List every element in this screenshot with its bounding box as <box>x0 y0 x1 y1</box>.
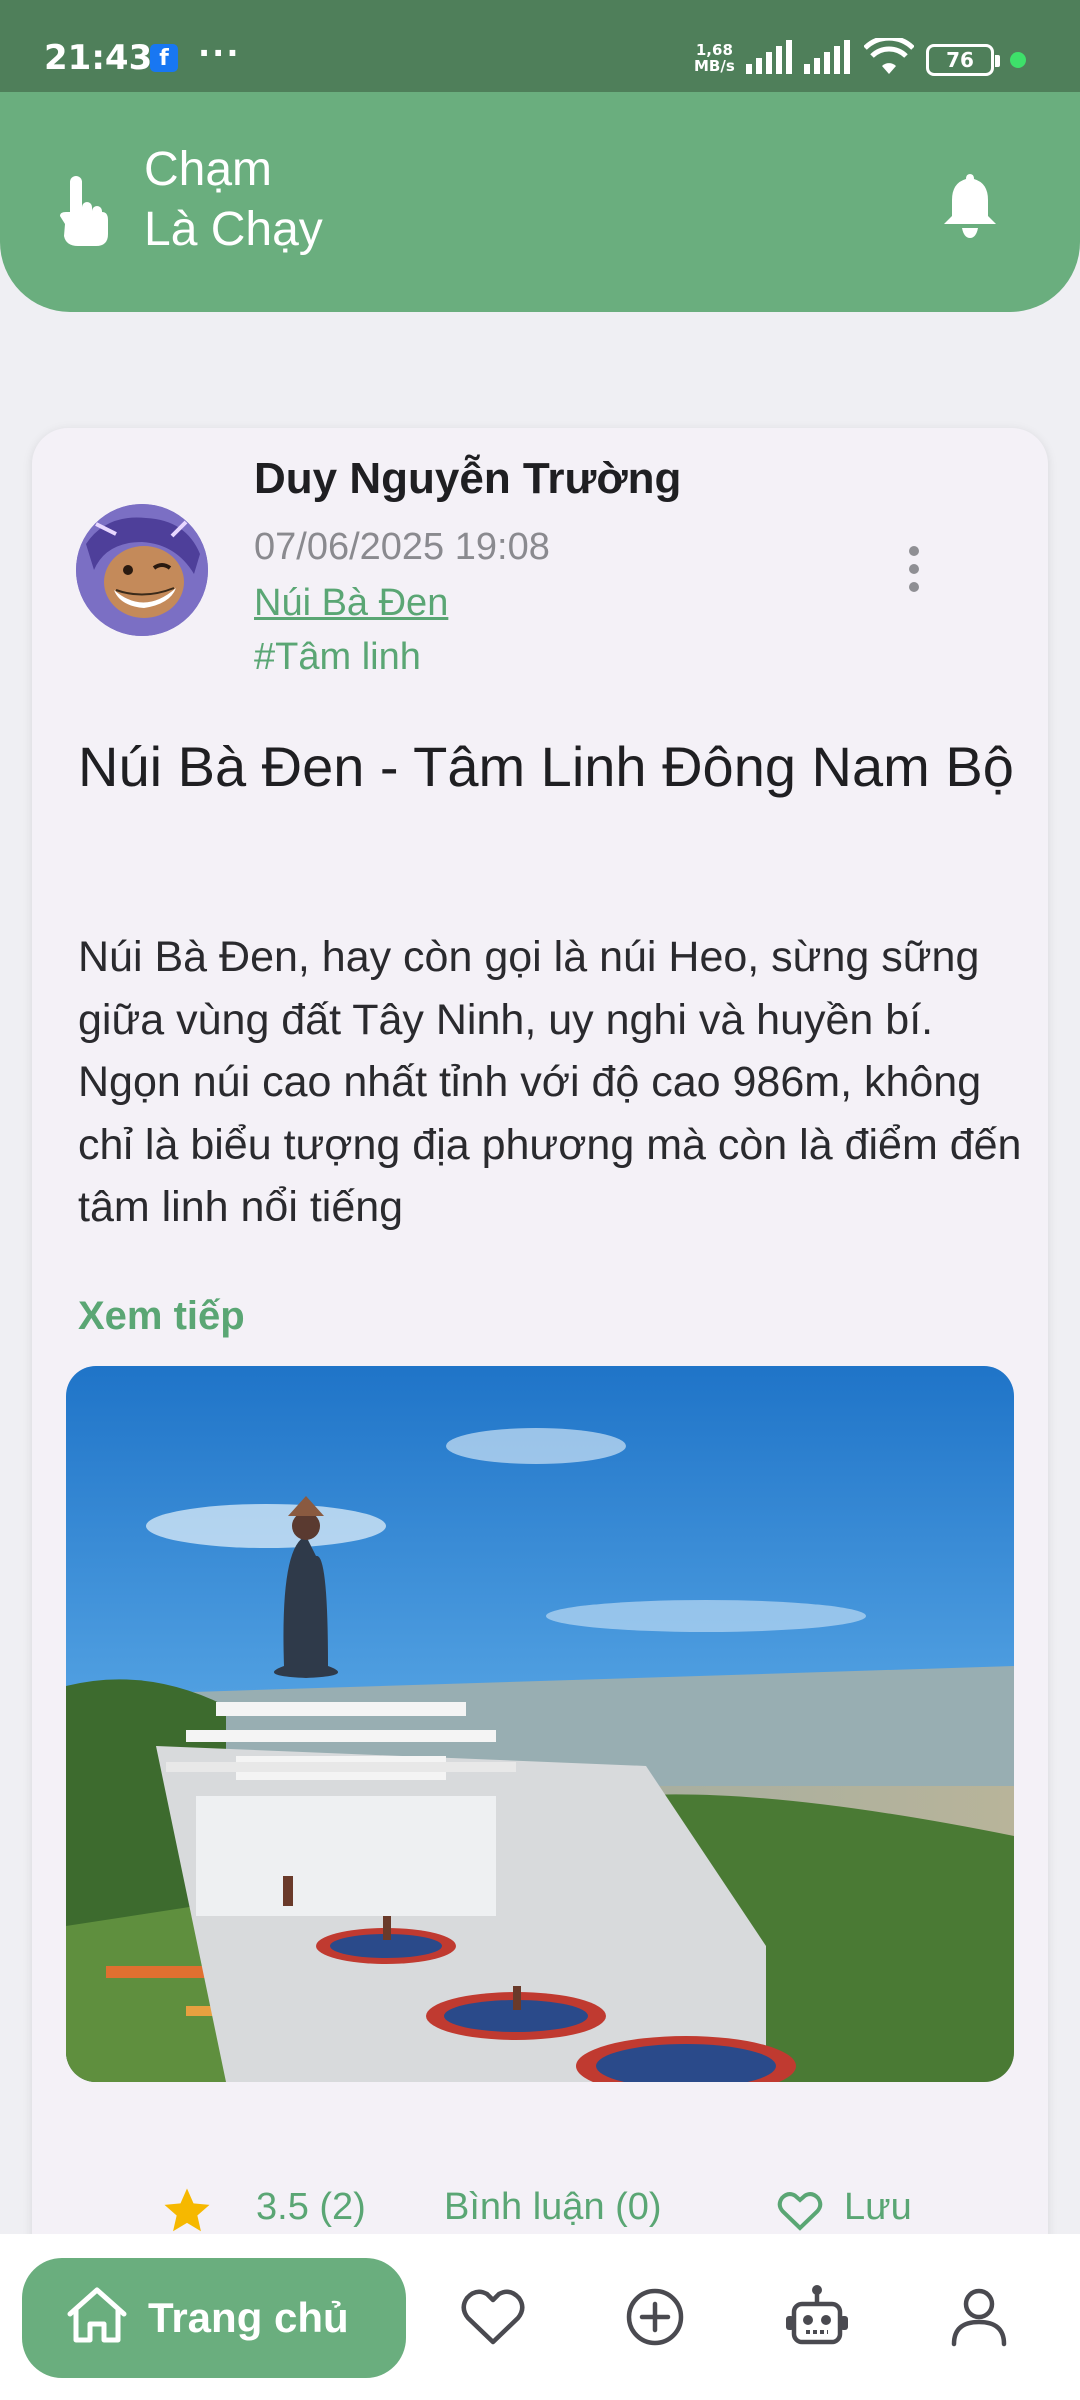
signal-icon <box>804 40 850 74</box>
post-image[interactable] <box>66 1366 1014 2082</box>
avatar-image <box>76 504 208 636</box>
battery-icon: 76 <box>926 44 1000 76</box>
nav-home-label: Trang chủ <box>148 2294 349 2341</box>
home-icon <box>67 2287 127 2343</box>
facebook-icon: f <box>150 44 178 72</box>
comments-button[interactable]: Bình luận (0) <box>444 2186 662 2229</box>
more-notifications-icon: ··· <box>198 34 241 72</box>
profile-icon[interactable] <box>944 2282 1014 2352</box>
read-more-link[interactable]: Xem tiếp <box>78 1294 245 1339</box>
post-card[interactable]: Duy Nguyễn Trường 07/06/2025 19:08 Núi B… <box>32 428 1048 2288</box>
author-name[interactable]: Duy Nguyễn Trường <box>254 454 681 504</box>
post-tag[interactable]: #Tâm linh <box>254 636 421 679</box>
privacy-indicator-dot <box>1010 52 1026 68</box>
wifi-icon <box>864 38 914 74</box>
nav-home-button[interactable]: Trang chủ <box>22 2258 406 2378</box>
post-body: Núi Bà Đen, hay còn gọi là núi Heo, sừng… <box>78 933 1022 1231</box>
app-title-line2: Là Chạy <box>144 203 323 256</box>
save-button[interactable]: Lưu <box>844 2186 912 2229</box>
heart-icon[interactable] <box>458 2282 528 2352</box>
heart-icon[interactable] <box>776 2188 824 2232</box>
network-speed-value: 1,68 <box>695 41 733 59</box>
star-icon[interactable] <box>160 2184 214 2238</box>
add-circle-icon[interactable] <box>620 2282 690 2352</box>
network-speed: 1,68 MB/s <box>694 42 735 74</box>
status-time: 21:43 <box>44 38 153 78</box>
location-link[interactable]: Núi Bà Đen <box>254 582 448 625</box>
post-datetime: 07/06/2025 19:08 <box>254 526 550 568</box>
signal-icon <box>746 40 792 74</box>
bottom-navigation: Trang chủ <box>0 2234 1080 2400</box>
app-title-line1: Chạm <box>144 143 273 196</box>
robot-icon[interactable] <box>782 2282 852 2352</box>
hand-tap-icon <box>60 176 108 246</box>
more-vert-icon[interactable] <box>902 546 926 606</box>
status-bar: 21:43 f ··· 1,68 MB/s 76 <box>0 0 1080 92</box>
rating-text[interactable]: 3.5 (2) <box>256 2186 366 2229</box>
app-header: Chạm Là Chạy <box>0 92 1080 312</box>
avatar[interactable] <box>76 504 208 636</box>
network-speed-unit: MB/s <box>694 57 735 75</box>
post-photo <box>66 1366 1014 2082</box>
post-title: Núi Bà Đen - Tâm Linh Đông Nam Bộ <box>78 735 1014 798</box>
bell-icon[interactable] <box>940 170 1000 240</box>
app-title: Chạm Là Chạy <box>144 140 323 260</box>
